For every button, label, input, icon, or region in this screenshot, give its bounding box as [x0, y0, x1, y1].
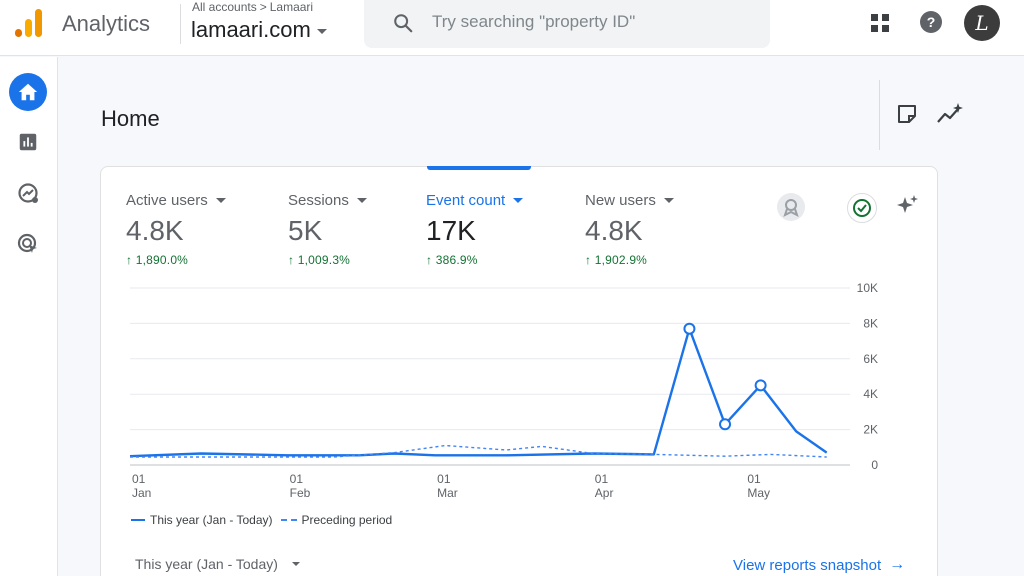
event-count-chart: 10K8K6K4K2K001Jan01Feb01Mar01Apr01May [129, 281, 878, 500]
x-tick-month: Jan [132, 486, 151, 500]
metric-label[interactable]: Active users [126, 192, 226, 209]
search-input[interactable]: Try searching "property ID" [432, 12, 635, 32]
check-circle-icon[interactable] [847, 193, 877, 223]
svg-text:?: ? [927, 14, 936, 30]
metric-change: ↑ 386.9% [426, 253, 523, 267]
x-tick-month: Apr [595, 486, 614, 500]
metric-value: 4.8K [126, 215, 184, 246]
arrow-up-icon: ↑ [126, 253, 133, 267]
arrow-right-icon: → [889, 556, 906, 573]
advertising-icon [17, 233, 37, 253]
toolbar-divider [879, 80, 880, 150]
legend-dashed-swatch [280, 519, 297, 521]
nav-home[interactable] [9, 73, 47, 111]
avatar[interactable]: L [964, 5, 1000, 41]
x-tick-month: Feb [290, 486, 311, 500]
date-range-label: This year (Jan - Today) [135, 556, 278, 572]
breadcrumb-accounts[interactable]: All accounts [192, 0, 257, 14]
metric-label-text: Active users [126, 192, 208, 209]
metric-event-count[interactable]: Event count 17K ↑ 386.9% [426, 192, 524, 267]
page-title: Home [101, 106, 160, 131]
note-icon[interactable] [896, 103, 918, 125]
arrow-up-icon: ↑ [288, 253, 295, 267]
x-tick-day: 01 [747, 472, 761, 486]
data-point [754, 379, 767, 392]
home-icon [18, 83, 38, 101]
y-tick-label: 4K [863, 387, 878, 401]
x-tick-month: May [747, 486, 770, 500]
arrow-up-icon: ↑ [585, 253, 592, 267]
metric-change-text: 1,009.3% [297, 253, 351, 267]
legend-solid-swatch [131, 519, 145, 521]
nav-reports[interactable] [9, 123, 47, 161]
anomaly-badge-icon[interactable] [777, 193, 805, 221]
x-tick-day: 01 [595, 472, 609, 486]
breadcrumb-separator: > [259, 0, 267, 14]
explore-icon [18, 183, 38, 203]
series-line-this-year [129, 327, 828, 458]
snapshot-link-text: View reports snapshot [733, 556, 882, 574]
x-tick-month: Mar [437, 486, 458, 500]
x-tick-day: 01 [132, 472, 146, 486]
analytics-logo-icon[interactable] [14, 7, 44, 39]
metric-change: ↑ 1,009.3% [288, 253, 367, 267]
metric-value: 5K [288, 215, 323, 246]
app-title: Analytics [62, 11, 151, 36]
metric-label[interactable]: Event count [426, 192, 524, 209]
legend-this-year: This year (Jan - Today) [150, 513, 273, 527]
metric-sessions[interactable]: Sessions 5K ↑ 1,009.3% [288, 192, 367, 267]
arrow-up-icon: ↑ [426, 253, 433, 267]
chevron-down-icon [513, 198, 524, 203]
data-point [719, 418, 732, 431]
metric-label[interactable]: Sessions [288, 192, 367, 209]
x-tick-day: 01 [290, 472, 304, 486]
chevron-down-icon [316, 28, 327, 34]
metric-active-users[interactable]: Active users 4.8K ↑ 1,890.0% [126, 192, 226, 267]
property-name: lamaari.com [191, 17, 311, 42]
y-tick-label: 8K [863, 316, 878, 330]
search-icon [394, 14, 413, 33]
metric-label[interactable]: New users [585, 192, 674, 209]
metric-change-text: 386.9% [435, 253, 478, 267]
nav-advertising[interactable] [9, 225, 47, 263]
chevron-down-icon [291, 562, 300, 566]
metric-change: ↑ 1,902.9% [585, 253, 674, 267]
left-nav-rail [0, 57, 58, 576]
help-icon[interactable]: ? [919, 10, 943, 34]
metric-label-text: Sessions [288, 192, 349, 209]
y-tick-label: 0 [871, 458, 878, 472]
metric-new-users[interactable]: New users 4.8K ↑ 1,902.9% [585, 192, 674, 267]
metric-value: 4.8K [585, 215, 643, 246]
data-point [683, 322, 696, 335]
apps-grid-icon[interactable] [869, 12, 891, 34]
bar-chart-icon [19, 133, 37, 151]
breadcrumb-account[interactable]: Lamaari [270, 0, 313, 14]
metric-change-text: 1,902.9% [594, 253, 648, 267]
property-selector[interactable]: lamaari.com [191, 17, 327, 43]
header-divider [180, 4, 181, 44]
chevron-down-icon [215, 198, 226, 203]
chart-legend: This year (Jan - Today) Preceding period [131, 513, 392, 527]
x-tick-day: 01 [437, 472, 451, 486]
insights-icon[interactable] [936, 102, 964, 126]
date-range-select[interactable]: This year (Jan - Today) [135, 556, 300, 572]
metric-value: 17K [426, 215, 476, 246]
view-reports-snapshot-link[interactable]: View reports snapshot → [733, 556, 905, 574]
legend-preceding: Preceding period [301, 513, 393, 527]
breadcrumb[interactable]: All accounts > Lamaari [192, 0, 313, 14]
metric-change: ↑ 1,890.0% [126, 253, 226, 267]
top-bar: Analytics All accounts > Lamaari lamaari.c… [0, 0, 1024, 56]
metric-label-text: New users [585, 192, 656, 209]
chevron-down-icon [356, 198, 367, 203]
search-bar[interactable]: Try searching "property ID" [364, 0, 770, 48]
metric-change-text: 1,890.0% [135, 253, 189, 267]
sparkle-icon[interactable] [894, 193, 920, 219]
metric-label-text: Event count [426, 192, 506, 209]
chevron-down-icon [663, 198, 674, 203]
y-tick-label: 10K [857, 281, 878, 295]
y-tick-label: 6K [863, 352, 878, 366]
nav-explore[interactable] [9, 174, 47, 212]
active-tab-indicator [427, 166, 531, 170]
y-tick-label: 2K [863, 423, 878, 437]
